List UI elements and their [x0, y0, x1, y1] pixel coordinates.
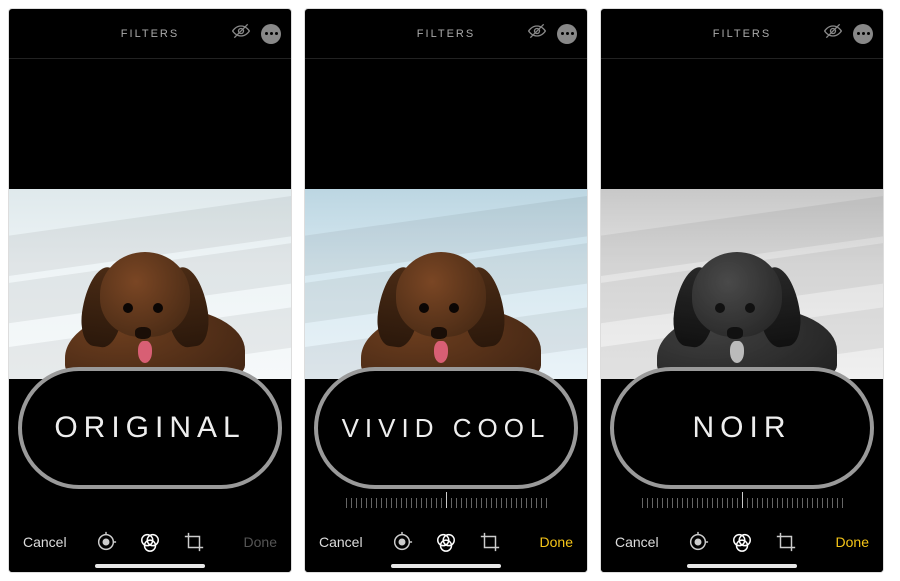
filter-name-pill: VIVID COOL	[314, 367, 578, 489]
spacer	[9, 59, 291, 189]
home-indicator[interactable]	[391, 564, 501, 568]
adjust-icon[interactable]	[687, 531, 709, 553]
photo-subject-dog	[637, 237, 847, 379]
spacer	[305, 59, 587, 189]
bottom-bar: Cancel D	[601, 512, 883, 572]
eye-slash-icon[interactable]	[823, 21, 843, 46]
home-indicator[interactable]	[687, 564, 797, 568]
cancel-button[interactable]: Cancel	[23, 534, 73, 550]
crop-icon[interactable]	[479, 531, 501, 553]
cancel-button[interactable]: Cancel	[319, 534, 369, 550]
done-button[interactable]: Done	[819, 534, 869, 550]
spacer	[601, 59, 883, 189]
photo-preview[interactable]	[601, 189, 883, 379]
mode-title: FILTERS	[121, 28, 179, 40]
edit-tools	[95, 531, 205, 553]
bottom-bar: Cancel D	[305, 512, 587, 572]
more-icon[interactable]	[853, 24, 873, 44]
filters-icon[interactable]	[139, 531, 161, 553]
eye-slash-icon[interactable]	[231, 21, 251, 46]
slider-ticks	[346, 492, 547, 508]
filters-icon[interactable]	[435, 531, 457, 553]
done-button[interactable]: Done	[227, 534, 277, 550]
photo-preview[interactable]	[9, 189, 291, 379]
phone-screen-original: FILTERS Cancel	[8, 8, 292, 573]
filter-name-pill: NOIR	[610, 367, 874, 489]
mode-title: FILTERS	[713, 28, 771, 40]
mode-title: FILTERS	[417, 28, 475, 40]
filter-name-label: VIVID COOL	[342, 413, 551, 444]
photo-preview[interactable]	[305, 189, 587, 379]
top-bar: FILTERS	[601, 9, 883, 59]
bottom-bar: Cancel D	[9, 512, 291, 572]
edit-tools	[391, 531, 501, 553]
top-bar: FILTERS	[305, 9, 587, 59]
top-bar-icons	[823, 21, 873, 46]
eye-slash-icon[interactable]	[527, 21, 547, 46]
intensity-slider[interactable]	[601, 489, 883, 511]
photo-subject-dog	[341, 237, 551, 379]
home-indicator[interactable]	[95, 564, 205, 568]
slider-ticks	[642, 492, 843, 508]
edit-tools	[687, 531, 797, 553]
filter-name-pill: ORIGINAL	[18, 367, 282, 489]
crop-icon[interactable]	[183, 531, 205, 553]
phone-screen-noir: FILTERS Cancel	[600, 8, 884, 573]
more-icon[interactable]	[557, 24, 577, 44]
crop-icon[interactable]	[775, 531, 797, 553]
photo-subject-dog	[45, 237, 255, 379]
cancel-button[interactable]: Cancel	[615, 534, 665, 550]
intensity-slider[interactable]	[305, 489, 587, 511]
top-bar-icons	[231, 21, 281, 46]
adjust-icon[interactable]	[391, 531, 413, 553]
top-bar: FILTERS	[9, 9, 291, 59]
filters-icon[interactable]	[731, 531, 753, 553]
filter-name-label: NOIR	[693, 411, 792, 445]
filter-name-label: ORIGINAL	[54, 411, 245, 445]
adjust-icon[interactable]	[95, 531, 117, 553]
done-button[interactable]: Done	[523, 534, 573, 550]
top-bar-icons	[527, 21, 577, 46]
more-icon[interactable]	[261, 24, 281, 44]
phone-screen-vivid-cool: FILTERS Cancel	[304, 8, 588, 573]
